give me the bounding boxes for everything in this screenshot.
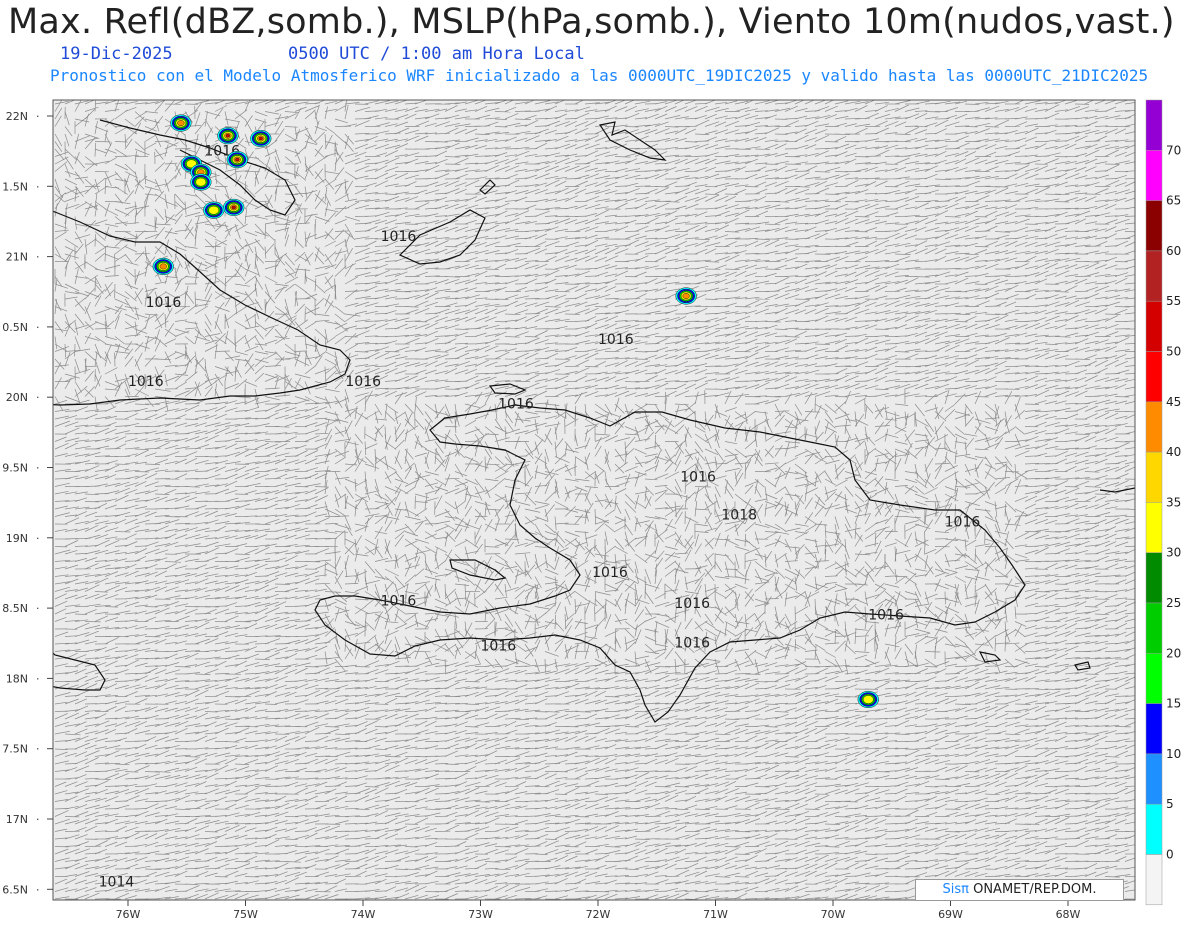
wind-barb xyxy=(154,140,170,142)
wind-barb xyxy=(184,403,200,405)
wind-barb xyxy=(1024,403,1040,405)
wind-barb xyxy=(524,313,541,315)
wind-barb xyxy=(944,148,960,150)
wind-barb xyxy=(1124,411,1135,413)
wind-barb xyxy=(1074,433,1090,435)
wind-barb xyxy=(594,306,608,308)
wind-barb xyxy=(494,111,511,113)
wind-barb xyxy=(794,298,810,300)
wind-barb xyxy=(94,277,96,292)
wind-barb xyxy=(114,141,129,143)
wind-barb xyxy=(484,268,499,270)
wind-barb xyxy=(274,223,291,225)
wind-barb xyxy=(1124,440,1135,442)
wind-barb xyxy=(724,193,739,195)
wind-barb xyxy=(214,350,230,352)
wind-barb xyxy=(764,321,781,323)
wind-barb xyxy=(354,118,371,120)
wind-barb xyxy=(974,396,989,398)
wind-barb xyxy=(274,178,289,180)
wind-barb xyxy=(654,186,670,188)
wind-barb xyxy=(494,298,509,300)
forecast-map: 1016101610161016 101610161016101610161018… xyxy=(2,99,1181,921)
wind-barb xyxy=(1054,201,1070,203)
wind-barb xyxy=(344,336,358,338)
wind-barb xyxy=(764,290,780,292)
wind-barb xyxy=(1104,313,1121,315)
wind-barb xyxy=(734,306,751,308)
wind-barb xyxy=(1114,396,1130,398)
wind-barb xyxy=(644,343,660,345)
wind-barb xyxy=(524,336,539,338)
wind-barb xyxy=(764,268,781,270)
wind-barb xyxy=(854,216,870,218)
wind-barb xyxy=(1074,358,1090,360)
wind-barb xyxy=(894,133,911,135)
map-background xyxy=(53,100,1135,900)
wind-barb xyxy=(824,141,839,143)
wind-barb xyxy=(104,448,121,450)
wind-barb xyxy=(814,343,830,345)
wind-barb xyxy=(934,200,950,202)
wind-barb xyxy=(464,328,481,330)
wind-barb xyxy=(94,234,96,247)
